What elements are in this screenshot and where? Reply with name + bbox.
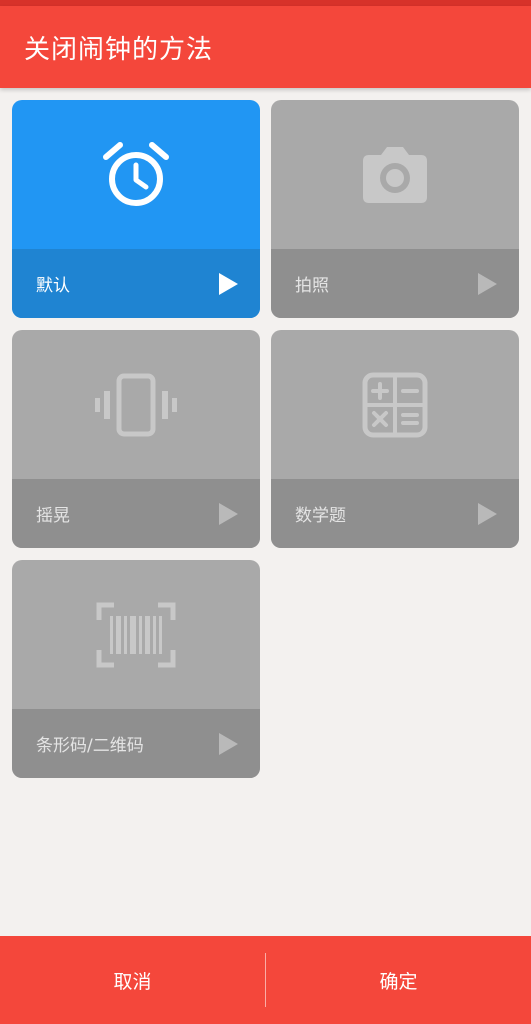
method-label-bar: 拍照 xyxy=(271,249,519,318)
method-icon-area xyxy=(271,330,519,479)
method-label: 默认 xyxy=(36,276,70,296)
cancel-button[interactable]: 取消 xyxy=(0,936,265,1024)
method-icon-area xyxy=(12,100,260,249)
method-card-shake[interactable]: 摇晃 xyxy=(12,330,260,548)
method-card-photo[interactable]: 拍照 xyxy=(271,100,519,318)
play-icon[interactable] xyxy=(478,503,497,525)
play-icon[interactable] xyxy=(219,503,238,525)
method-label-bar: 条形码/二维码 xyxy=(12,709,260,778)
method-icon-area xyxy=(12,560,260,709)
method-card-math[interactable]: 数学题 xyxy=(271,330,519,548)
method-label: 拍照 xyxy=(295,276,329,296)
dialog-footer: 取消 确定 xyxy=(0,936,531,1024)
method-icon-area xyxy=(12,330,260,479)
alarm-clock-icon xyxy=(103,141,169,206)
camera-icon xyxy=(363,146,427,203)
method-icon-area xyxy=(271,100,519,249)
play-icon[interactable] xyxy=(219,273,238,295)
method-label-bar: 摇晃 xyxy=(12,479,260,548)
method-label: 摇晃 xyxy=(36,506,70,526)
method-card-barcode[interactable]: 条形码/二维码 xyxy=(12,560,260,778)
method-label-bar: 数学题 xyxy=(271,479,519,548)
barcode-scan-icon xyxy=(96,602,176,667)
confirm-button[interactable]: 确定 xyxy=(266,936,531,1024)
play-icon[interactable] xyxy=(219,733,238,755)
play-icon[interactable] xyxy=(478,273,497,295)
method-card-default[interactable]: 默认 xyxy=(12,100,260,318)
method-label-bar: 默认 xyxy=(12,249,260,318)
calculator-icon xyxy=(362,372,428,437)
vibrate-phone-icon xyxy=(95,373,177,436)
method-label: 条形码/二维码 xyxy=(36,736,144,756)
method-label: 数学题 xyxy=(295,506,346,526)
app-bar: 关闭闹钟的方法 xyxy=(0,6,531,88)
page-title: 关闭闹钟的方法 xyxy=(24,34,214,65)
